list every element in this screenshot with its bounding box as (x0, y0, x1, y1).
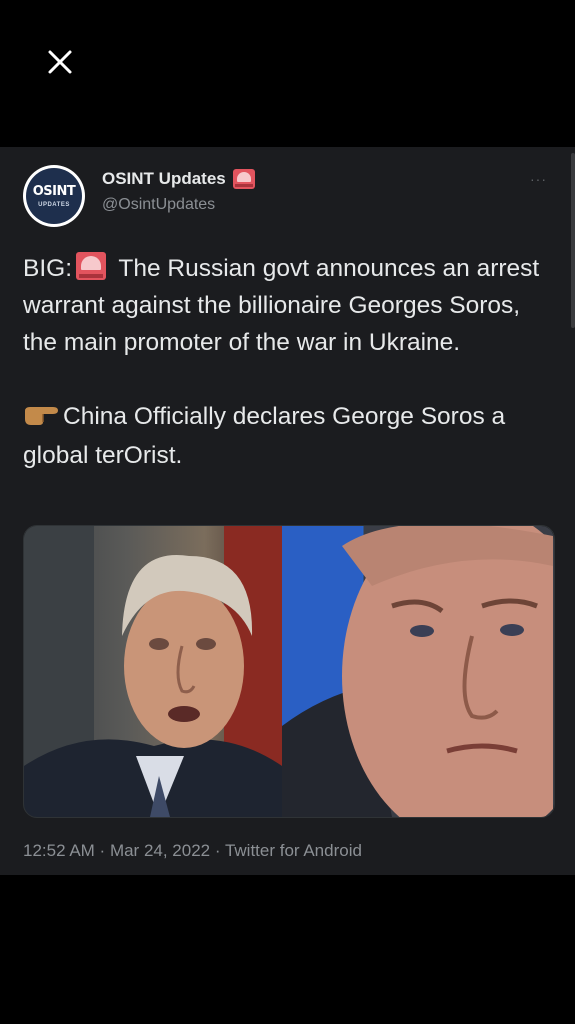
close-icon (48, 50, 72, 74)
tweet-card: OSINT UPDATES OSINT Updates @OsintUpdate… (0, 147, 575, 875)
scrollbar[interactable] (571, 153, 575, 328)
close-button[interactable] (40, 42, 80, 82)
author-handle[interactable]: @OsintUpdates (102, 196, 215, 214)
police-siren-icon (76, 252, 107, 280)
tweet-text: BIG: The Russian govt announces an arres… (23, 250, 543, 474)
author-name-row: OSINT Updates (102, 169, 255, 189)
tweet-time[interactable]: 12:52 AM (23, 841, 95, 860)
photo-george-soros[interactable] (24, 526, 282, 817)
tweet-metadata: 12:52 AM · Mar 24, 2022 · Twitter for An… (23, 841, 362, 861)
tweet-date[interactable]: Mar 24, 2022 (110, 841, 210, 860)
separator: · (94, 841, 110, 860)
tweet-paragraph-2: China Officially declares George Soros a… (23, 398, 543, 474)
tweet-media[interactable] (23, 525, 555, 818)
separator: · (210, 841, 225, 860)
tweet-prefix: BIG: (23, 255, 73, 282)
avatar-logo: OSINT UPDATES (26, 168, 82, 224)
author-display-name[interactable]: OSINT Updates (102, 169, 226, 189)
avatar[interactable]: OSINT UPDATES (23, 165, 85, 227)
tweet-source[interactable]: Twitter for Android (225, 841, 362, 860)
pointing-hand-icon (23, 400, 61, 437)
tweet-paragraph-1: BIG: The Russian govt announces an arres… (23, 250, 543, 361)
police-siren-icon (232, 169, 255, 189)
tweet-body-2: China Officially declares George Soros a… (23, 403, 506, 469)
photo-vladimir-putin[interactable] (282, 526, 554, 817)
more-options-button[interactable]: ··· (530, 171, 547, 187)
